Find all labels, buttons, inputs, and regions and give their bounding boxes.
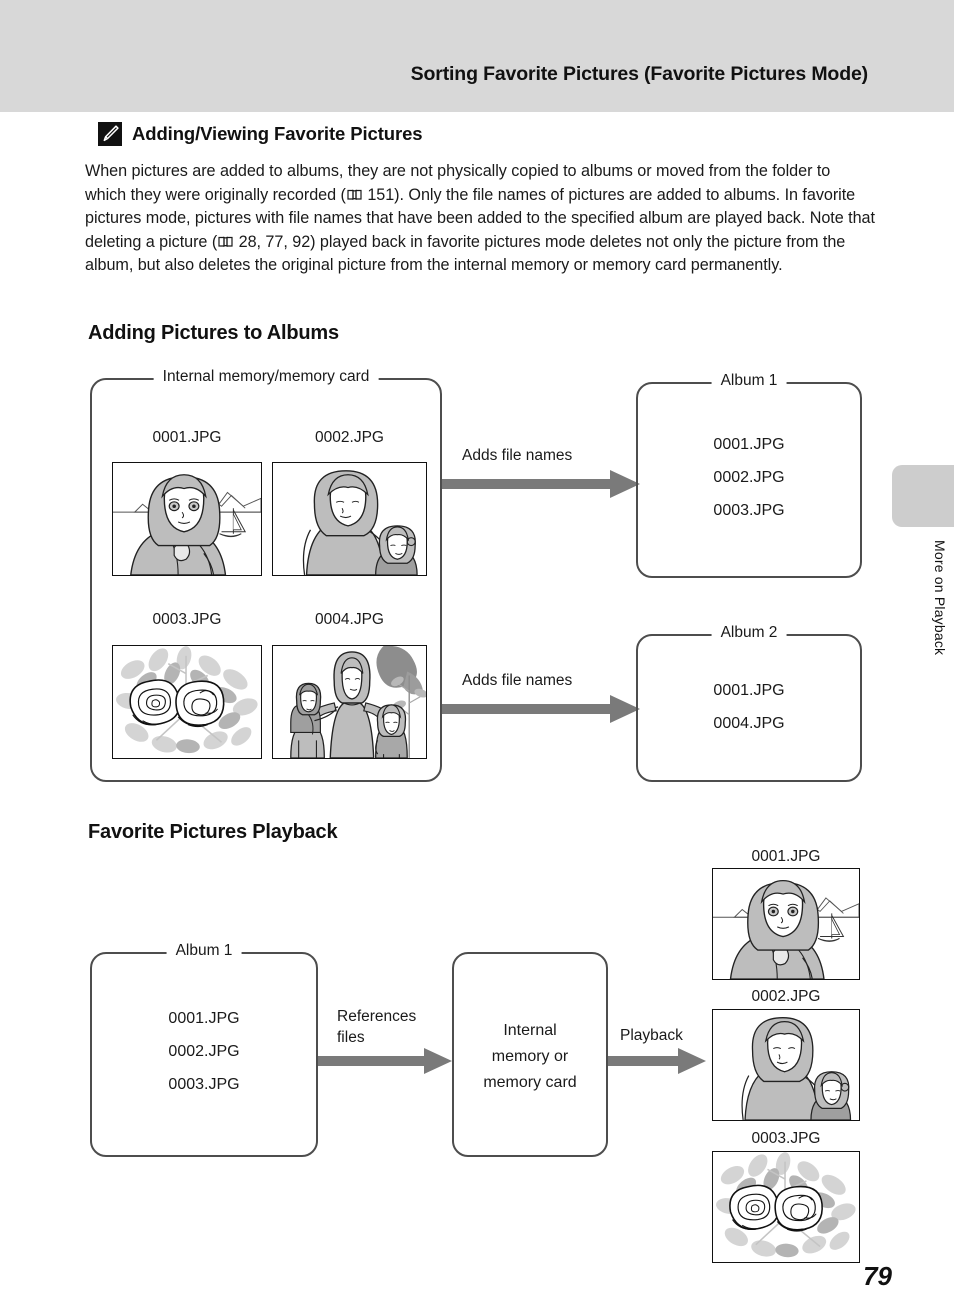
- album-2-box-label: Album 2: [711, 624, 787, 642]
- playback-album-1-box: Album 1 0001.JPG 0002.JPG 0003.JPG: [90, 942, 318, 1157]
- page-header-bar: [0, 0, 954, 112]
- playback-album-1-box-label: Album 1: [166, 942, 242, 960]
- arrow-label-adds-file-names-2: Adds file names: [462, 672, 573, 689]
- playback-photo-caption-0002: 0002.JPG: [751, 988, 821, 1005]
- album-2-file: 0004.JPG: [713, 715, 785, 732]
- pencil-icon: [98, 122, 122, 146]
- album-1-box: Album 1 0001.JPG 0002.JPG 0003.JPG: [636, 372, 862, 578]
- internal-memory-box-text: Internal memory or memory card: [483, 1022, 577, 1091]
- side-tab-marker: [892, 465, 954, 527]
- photo-caption-0002: 0002.JPG: [315, 429, 384, 446]
- note-title: Adding/Viewing Favorite Pictures: [132, 123, 423, 144]
- arrow-playback: [608, 1048, 706, 1074]
- arrow-references-files: [318, 1048, 452, 1074]
- playback-album-1-file: 0002.JPG: [168, 1043, 240, 1060]
- source-memory-box-label: Internal memory/memory card: [153, 368, 379, 386]
- album-2-box: Album 2 0001.JPG 0004.JPG: [636, 624, 862, 782]
- album-1-file: 0002.JPG: [713, 469, 785, 486]
- playback-album-1-file: 0003.JPG: [168, 1076, 240, 1093]
- playback-photo-thumb-0002: [712, 1009, 860, 1121]
- book-icon-1: [347, 185, 362, 200]
- album-1-file: 0003.JPG: [713, 502, 785, 519]
- photo-thumb-0004: [272, 645, 427, 759]
- playback-photo-caption-0003: 0003.JPG: [751, 1130, 821, 1147]
- album-1-box-label: Album 1: [711, 372, 787, 390]
- playback-album-1-file: 0001.JPG: [168, 1010, 240, 1027]
- album-1-file-list: 0001.JPG 0002.JPG 0003.JPG: [636, 428, 862, 527]
- photo-thumb-0003: [112, 645, 262, 759]
- album-2-file-list: 0001.JPG 0004.JPG: [636, 674, 862, 740]
- heading-adding-pictures-to-albums: Adding Pictures to Albums: [88, 322, 339, 344]
- album-2-file: 0001.JPG: [713, 682, 785, 699]
- page-title: Sorting Favorite Pictures (Favorite Pict…: [410, 63, 869, 85]
- photo-caption-0001: 0001.JPG: [152, 429, 222, 446]
- playback-photo-caption-0001: 0001.JPG: [751, 848, 821, 865]
- photo-thumb-0001: [112, 462, 262, 576]
- heading-favorite-pictures-playback: Favorite Pictures Playback: [88, 821, 338, 843]
- arrow-label-references-files: References files: [337, 1008, 417, 1046]
- playback-photo-thumb-0001: [712, 868, 860, 980]
- album-1-file: 0001.JPG: [713, 436, 785, 453]
- arrow-adds-file-names-1: [442, 470, 640, 498]
- book-icon-2: [218, 232, 233, 247]
- note-heading: Adding/Viewing Favorite Pictures: [98, 122, 423, 146]
- playback-photo-thumb-0003: [712, 1151, 860, 1263]
- photo-caption-0003: 0003.JPG: [152, 611, 222, 628]
- photo-caption-0004: 0004.JPG: [315, 611, 384, 628]
- playback-album-1-file-list: 0001.JPG 0002.JPG 0003.JPG: [90, 1002, 318, 1101]
- side-tab-label: More on Playback: [932, 540, 948, 656]
- arrow-label-adds-file-names-1: Adds file names: [462, 447, 573, 464]
- page-number: 79: [863, 1261, 892, 1291]
- arrow-adds-file-names-2: [442, 695, 640, 723]
- photo-thumb-0002: [272, 462, 427, 576]
- arrow-label-playback: Playback: [620, 1027, 683, 1044]
- internal-memory-box: Internal memory or memory card: [452, 952, 608, 1157]
- note-body: When pictures are added to albums, they …: [85, 160, 875, 278]
